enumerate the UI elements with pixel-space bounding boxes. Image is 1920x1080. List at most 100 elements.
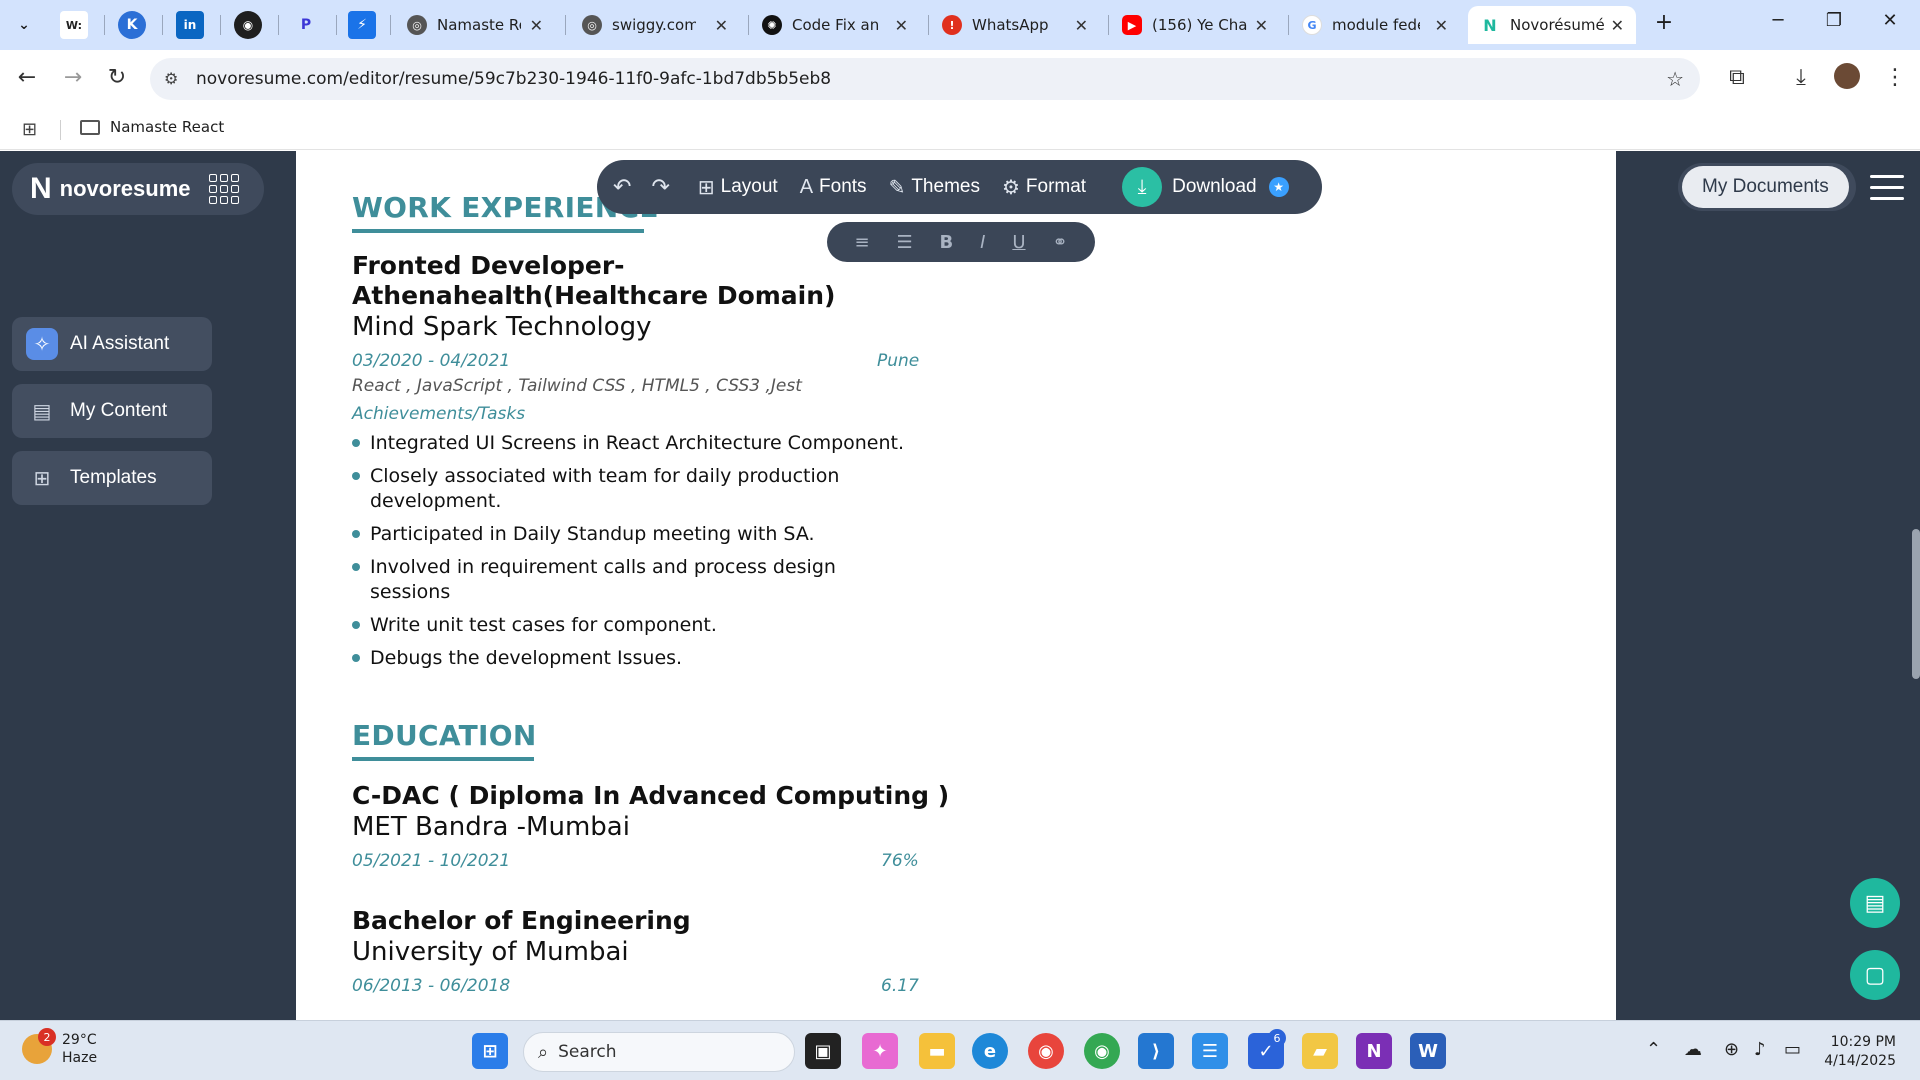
sidebar-item-templates[interactable]: ⊞ Templates <box>12 451 212 505</box>
extensions-icon[interactable]: ⧉ <box>1722 65 1752 90</box>
edu-dates[interactable]: 06/2013 - 06/2018 <box>352 976 510 996</box>
layout-button[interactable]: ⊞ Layout <box>698 175 778 200</box>
paytm-icon[interactable]: P <box>292 11 320 39</box>
onenote-icon[interactable]: N <box>1356 1033 1392 1069</box>
undo-icon[interactable]: ↶ <box>613 174 631 200</box>
menu-dots-icon[interactable]: ⋮ <box>1880 65 1910 90</box>
close-tab-icon[interactable]: ✕ <box>895 16 908 35</box>
close-tab-icon[interactable]: ✕ <box>530 16 543 35</box>
chrome-icon[interactable]: ◉ <box>1028 1033 1064 1069</box>
reload-icon[interactable]: ↻ <box>102 65 132 90</box>
weather-widget[interactable]: 2 29°C Haze <box>22 1028 97 1067</box>
windows-start-icon[interactable]: ⊞ <box>472 1033 508 1069</box>
list-item[interactable]: Write unit test cases for component. <box>350 613 910 638</box>
taskbar-search[interactable]: ⌕ Search <box>523 1032 795 1072</box>
sticky-notes-icon[interactable]: ▰ <box>1302 1033 1338 1069</box>
job-title-line1[interactable]: Fronted Developer- <box>352 251 625 281</box>
list-item[interactable]: Integrated UI Screens in React Architect… <box>350 431 910 456</box>
chrome-profile-icon[interactable]: ◉ <box>1084 1033 1120 1069</box>
list-item[interactable]: Debugs the development Issues. <box>350 646 910 671</box>
close-window-icon[interactable]: ✕ <box>1870 10 1910 31</box>
sidebar-item-ai-assistant[interactable]: ✧ AI Assistant <box>12 317 212 371</box>
close-tab-icon[interactable]: ✕ <box>1435 16 1448 35</box>
education-heading[interactable]: EDUCATION <box>352 719 537 752</box>
onedrive-icon[interactable]: ☁ <box>1684 1039 1702 1060</box>
wiki-icon[interactable]: W: <box>60 11 88 39</box>
battery-icon[interactable]: ▭ <box>1784 1039 1801 1060</box>
bold-icon[interactable]: B <box>940 232 954 253</box>
new-tab-icon[interactable]: + <box>1644 10 1684 35</box>
back-icon[interactable]: ← <box>12 65 42 90</box>
tab-google-search[interactable]: G module feder ✕ <box>1290 6 1460 44</box>
profile-avatar[interactable] <box>1834 63 1860 89</box>
themes-button[interactable]: ✎ Themes <box>889 175 980 200</box>
job-skills[interactable]: React , JavaScript , Tailwind CSS , HTML… <box>352 376 802 396</box>
copilot-icon[interactable]: ✦ <box>862 1033 898 1069</box>
system-clock[interactable]: 10:29 PM 4/14/2025 <box>1824 1033 1896 1071</box>
close-tab-icon[interactable]: ✕ <box>715 16 728 35</box>
word-icon[interactable]: W <box>1410 1033 1446 1069</box>
tab-swiggy[interactable]: ◎ swiggy.com/c ✕ <box>570 6 740 44</box>
tab-search-icon[interactable]: ⌄ <box>10 11 38 39</box>
bookmark-namaste-react[interactable]: Namaste React <box>80 118 224 136</box>
italic-icon[interactable]: I <box>980 232 985 253</box>
edu-score[interactable]: 6.17 <box>881 976 919 996</box>
align-left-icon[interactable]: ≡ <box>854 232 869 253</box>
job-title-line2[interactable]: Athenahealth(Healthcare Domain) <box>352 281 835 311</box>
edu-school[interactable]: MET Bandra -Mumbai <box>352 811 630 843</box>
github-icon[interactable]: ◉ <box>234 11 262 39</box>
tab-novoresume[interactable]: N Novorésumé ✕ <box>1468 6 1636 44</box>
network-icon[interactable]: ⊕ <box>1724 1039 1739 1060</box>
resume-check-icon[interactable]: ▤ <box>1850 878 1900 928</box>
edu-degree[interactable]: Bachelor of Engineering <box>352 906 691 936</box>
achievements-label[interactable]: Achievements/Tasks <box>352 404 525 424</box>
close-tab-icon[interactable]: ✕ <box>1075 16 1088 35</box>
hamburger-menu-icon[interactable] <box>1870 175 1904 208</box>
fonts-button[interactable]: A Fonts <box>800 176 867 199</box>
forward-icon[interactable]: → <box>58 65 88 90</box>
edu-school[interactable]: University of Mumbai <box>352 936 629 968</box>
vscode-icon[interactable]: ⟩ <box>1138 1033 1174 1069</box>
list-item[interactable]: Involved in requirement calls and proces… <box>350 555 910 605</box>
site-info-icon[interactable]: ⚙ <box>164 69 178 88</box>
close-tab-icon[interactable]: ✕ <box>1255 16 1268 35</box>
tab-whatsapp[interactable]: ! WhatsApp ✕ <box>930 6 1100 44</box>
company-name[interactable]: Mind Spark Technology <box>352 311 652 343</box>
volume-icon[interactable]: ♪ <box>1754 1039 1766 1060</box>
restore-icon[interactable]: ❐ <box>1814 10 1854 31</box>
tab-namaste-react[interactable]: ◎ Namaste Rea ✕ <box>395 6 555 44</box>
job-location[interactable]: Pune <box>877 351 919 371</box>
format-button[interactable]: ⚙ Format <box>1002 175 1086 200</box>
edu-degree[interactable]: C-DAC ( Diploma In Advanced Computing ) <box>352 781 949 811</box>
tab-code-fix[interactable]: ✺ Code Fix and ✕ <box>750 6 920 44</box>
novoresume-logo[interactable]: N novoresume <box>12 163 264 215</box>
apps-grid-icon[interactable] <box>208 174 239 204</box>
sidebar-item-my-content[interactable]: ▤ My Content <box>12 384 212 438</box>
my-documents-button[interactable]: My Documents <box>1678 163 1856 211</box>
edge-icon[interactable]: e <box>972 1033 1008 1069</box>
bookmark-star-icon[interactable]: ☆ <box>1666 67 1684 91</box>
task-view-icon[interactable]: ▣ <box>805 1033 841 1069</box>
align-justify-icon[interactable]: ☰ <box>896 232 912 253</box>
notepad-icon[interactable]: ☰ <box>1192 1033 1228 1069</box>
downloads-icon[interactable]: ⤓ <box>1786 65 1816 90</box>
file-explorer-icon[interactable]: ▬ <box>919 1033 955 1069</box>
redo-icon[interactable]: ↷ <box>651 174 669 200</box>
download-button[interactable]: ⤓ Download ★ <box>1122 167 1289 207</box>
apps-grid-icon[interactable]: ⊞ <box>22 119 37 140</box>
edu-dates[interactable]: 05/2021 - 10/2021 <box>352 851 510 871</box>
underline-icon[interactable]: U <box>1012 232 1025 253</box>
edu-score[interactable]: 76% <box>881 851 919 871</box>
list-item[interactable]: Closely associated with team for daily p… <box>350 464 910 514</box>
kotlin-icon[interactable]: K <box>118 11 146 39</box>
tab-youtube[interactable]: ▶ (156) Ye Chan ✕ <box>1110 6 1280 44</box>
job-dates[interactable]: 03/2020 - 04/2021 <box>352 351 510 371</box>
minimize-icon[interactable]: ─ <box>1758 10 1798 31</box>
linkedin-icon[interactable]: in <box>176 11 204 39</box>
chat-support-icon[interactable]: ▢ <box>1850 950 1900 1000</box>
close-tab-icon[interactable]: ✕ <box>1611 16 1624 35</box>
list-item[interactable]: Participated in Daily Standup meeting wi… <box>350 522 910 547</box>
address-bar[interactable]: ⚙ novoresume.com/editor/resume/59c7b230-… <box>150 58 1700 100</box>
scrollbar[interactable] <box>1912 529 1920 679</box>
bolt-icon[interactable]: ⚡ <box>348 11 376 39</box>
